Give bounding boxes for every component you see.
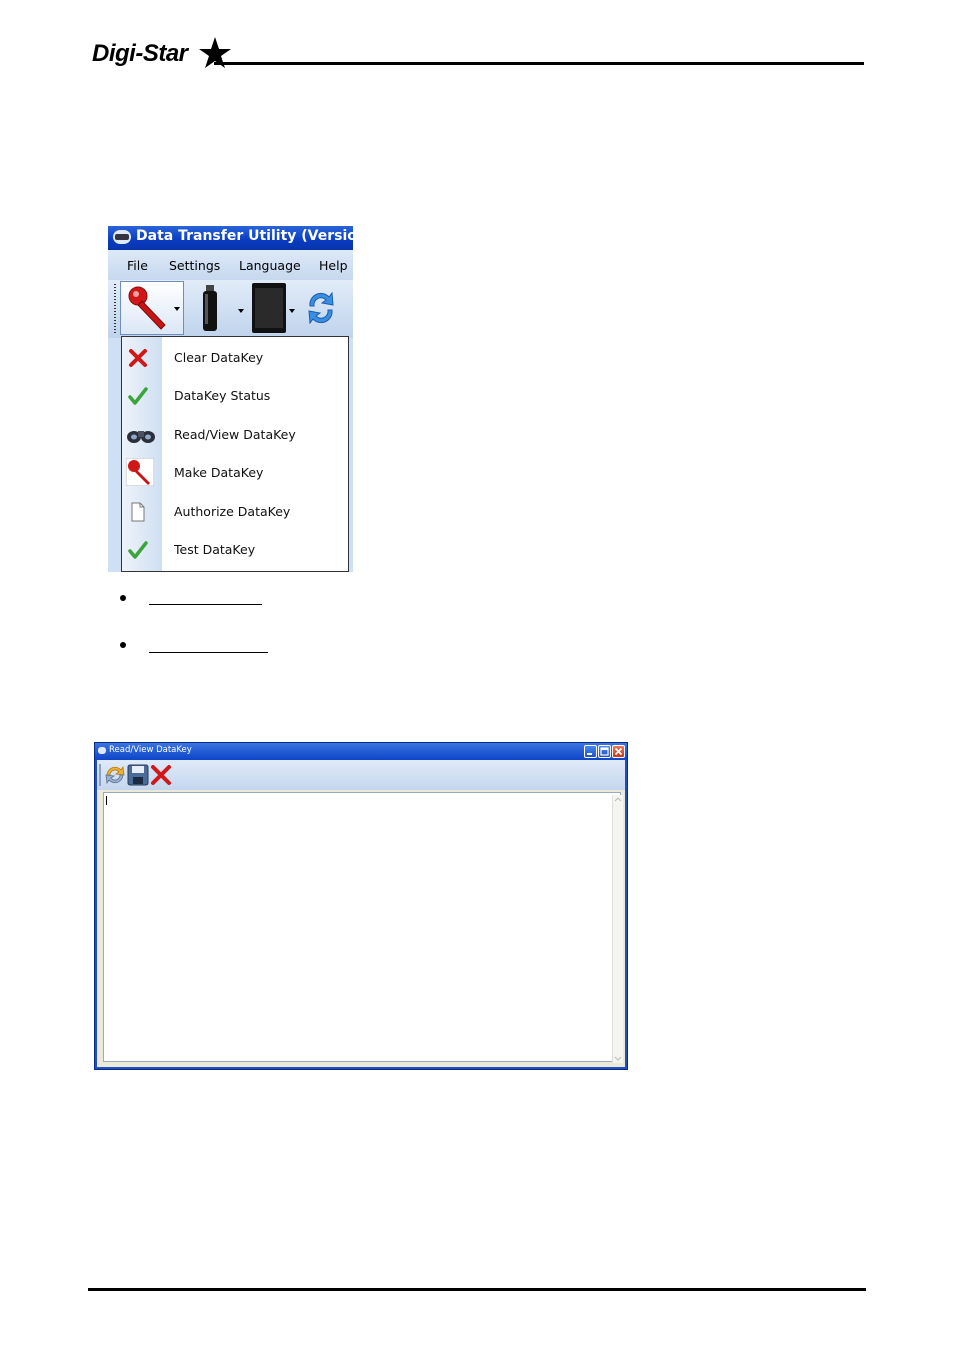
underlined-link[interactable] bbox=[149, 652, 268, 653]
toolbar-grip[interactable] bbox=[114, 284, 116, 334]
minimize-icon bbox=[587, 753, 592, 755]
menu-bar: File Settings Language Help bbox=[108, 250, 353, 280]
menu-item-authorize-datakey[interactable]: Authorize DataKey bbox=[122, 493, 348, 531]
bullet-point bbox=[120, 642, 126, 648]
refresh-icon[interactable] bbox=[104, 764, 126, 786]
maximize-icon bbox=[600, 747, 609, 756]
read-view-datakey-window: Read/View DataKey bbox=[94, 742, 628, 1070]
sd-card-icon[interactable] bbox=[251, 282, 287, 334]
refresh-icon[interactable] bbox=[305, 288, 337, 328]
menu-item-label: DataKey Status bbox=[174, 388, 271, 403]
scroll-up-icon[interactable] bbox=[614, 796, 622, 802]
green-check-icon bbox=[128, 387, 148, 405]
datakey-icon bbox=[128, 286, 166, 330]
bullet-point bbox=[120, 595, 126, 601]
close-icon[interactable] bbox=[150, 764, 172, 786]
menu-language[interactable]: Language bbox=[239, 258, 301, 273]
dtu-app-window: Data Transfer Utility (Version File Sett… bbox=[108, 226, 353, 572]
binoculars-icon bbox=[127, 431, 155, 443]
menu-item-label: Make DataKey bbox=[174, 465, 264, 480]
menu-item-label: Test DataKey bbox=[174, 542, 256, 557]
dtu-title-bar: Data Transfer Utility (Version bbox=[108, 226, 353, 250]
text-cursor bbox=[106, 796, 107, 805]
save-icon[interactable] bbox=[127, 764, 149, 786]
menu-item-make-datakey[interactable]: Make DataKey bbox=[122, 454, 348, 492]
app-icon bbox=[98, 747, 106, 754]
vertical-scrollbar[interactable] bbox=[612, 795, 623, 1063]
menu-item-label: Clear DataKey bbox=[174, 350, 264, 365]
chevron-down-icon bbox=[174, 307, 180, 311]
red-x-icon bbox=[129, 349, 147, 367]
blank-document-icon bbox=[131, 502, 145, 522]
green-check-icon bbox=[128, 541, 148, 559]
rv-body bbox=[97, 790, 625, 1067]
close-icon bbox=[614, 747, 623, 756]
window-close-button[interactable] bbox=[612, 745, 625, 758]
digi-star-logo: Digi-Star bbox=[92, 36, 232, 72]
menu-help[interactable]: Help bbox=[319, 258, 348, 273]
datakey-dropdown-button[interactable] bbox=[120, 281, 184, 335]
rv-window-title: Read/View DataKey bbox=[109, 745, 192, 755]
header-rule bbox=[214, 62, 864, 65]
menu-item-test-datakey[interactable]: Test DataKey bbox=[122, 531, 348, 569]
underlined-link[interactable] bbox=[149, 604, 262, 605]
app-icon bbox=[113, 230, 131, 244]
datakey-text-area[interactable] bbox=[103, 792, 623, 1063]
menu-item-label: Authorize DataKey bbox=[174, 504, 291, 519]
menu-item-label: Read/View DataKey bbox=[174, 427, 296, 442]
rv-title-bar: Read/View DataKey bbox=[95, 743, 627, 760]
chevron-down-icon[interactable] bbox=[237, 308, 245, 314]
footer-rule bbox=[88, 1288, 866, 1291]
datakey-icon bbox=[126, 458, 154, 486]
usb-drive-icon[interactable] bbox=[200, 284, 220, 332]
menu-file[interactable]: File bbox=[127, 258, 148, 273]
maximize-button[interactable] bbox=[598, 745, 611, 758]
dtu-toolbar bbox=[108, 280, 353, 338]
menu-item-clear-datakey[interactable]: Clear DataKey bbox=[122, 339, 348, 377]
menu-item-datakey-status[interactable]: DataKey Status bbox=[122, 377, 348, 415]
dtu-window-title: Data Transfer Utility (Version bbox=[136, 228, 353, 244]
rv-toolbar bbox=[97, 760, 625, 790]
scroll-down-icon[interactable] bbox=[614, 1056, 622, 1062]
toolbar-grip[interactable] bbox=[99, 764, 101, 786]
menu-settings[interactable]: Settings bbox=[169, 258, 220, 273]
chevron-down-icon[interactable] bbox=[288, 308, 296, 314]
datakey-dropdown-menu: Clear DataKey DataKey Status Read/View D… bbox=[121, 336, 349, 572]
minimize-button[interactable] bbox=[584, 745, 597, 758]
logo-text: Digi-Star bbox=[92, 40, 188, 67]
menu-item-read-view-datakey[interactable]: Read/View DataKey bbox=[122, 416, 348, 454]
